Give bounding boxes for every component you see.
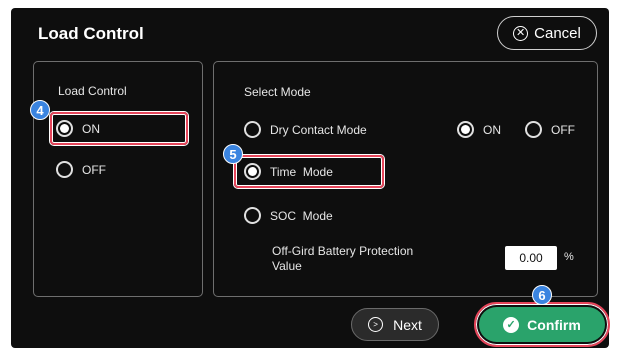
radio-off-icon [244,121,261,138]
option-label: Time Mode [270,164,333,179]
dry-contact-on-option[interactable]: ON [457,121,501,138]
page-title: Load Control [38,24,144,43]
load-control-heading: Load Control [58,84,127,98]
load-control-on-option[interactable]: ON [56,120,100,137]
option-label: ON [483,122,501,137]
option-label: OFF [82,162,106,177]
load-control-off-option[interactable]: OFF [56,161,106,178]
protection-label-line2: Value [272,259,302,273]
radio-off-icon [56,161,73,178]
radio-off-icon [244,207,261,224]
option-label: Dry Contact Mode [270,122,367,137]
next-label: Next [393,316,422,333]
step5-badge: 5 [223,144,243,164]
next-button[interactable]: > Next [351,308,439,341]
confirm-label: Confirm [527,316,581,333]
x-circle-icon: ✕ [513,25,529,41]
radio-on-icon [457,121,474,138]
step6-badge: 6 [532,285,552,305]
arrow-right-circle-icon: > [368,317,384,332]
percent-unit: % [564,251,574,263]
app-screen: Load Control ✕ Cancel Load Control 4 ON … [11,8,610,348]
radio-on-icon [56,120,73,137]
radio-on-icon [244,163,261,180]
option-label: OFF [551,122,575,137]
option-label: SOC Mode [270,208,333,223]
option-label: ON [82,121,100,136]
protection-value-input[interactable]: 0.00 [505,246,557,270]
step4-badge: 4 [30,100,50,120]
radio-off-icon [525,121,542,138]
protection-label-line1: Off-Gird Battery Protection [272,244,414,258]
confirm-button[interactable]: ✓ Confirm [479,307,605,342]
dry-contact-off-option[interactable]: OFF [525,121,575,138]
cancel-button[interactable]: ✕ Cancel [497,16,597,50]
time-mode-option[interactable]: Time Mode [244,163,333,180]
dry-contact-mode-option[interactable]: Dry Contact Mode [244,121,367,138]
select-mode-heading: Select Mode [244,85,311,99]
check-circle-icon: ✓ [503,316,520,333]
soc-mode-option[interactable]: SOC Mode [244,207,333,224]
cancel-label: Cancel [534,24,581,42]
